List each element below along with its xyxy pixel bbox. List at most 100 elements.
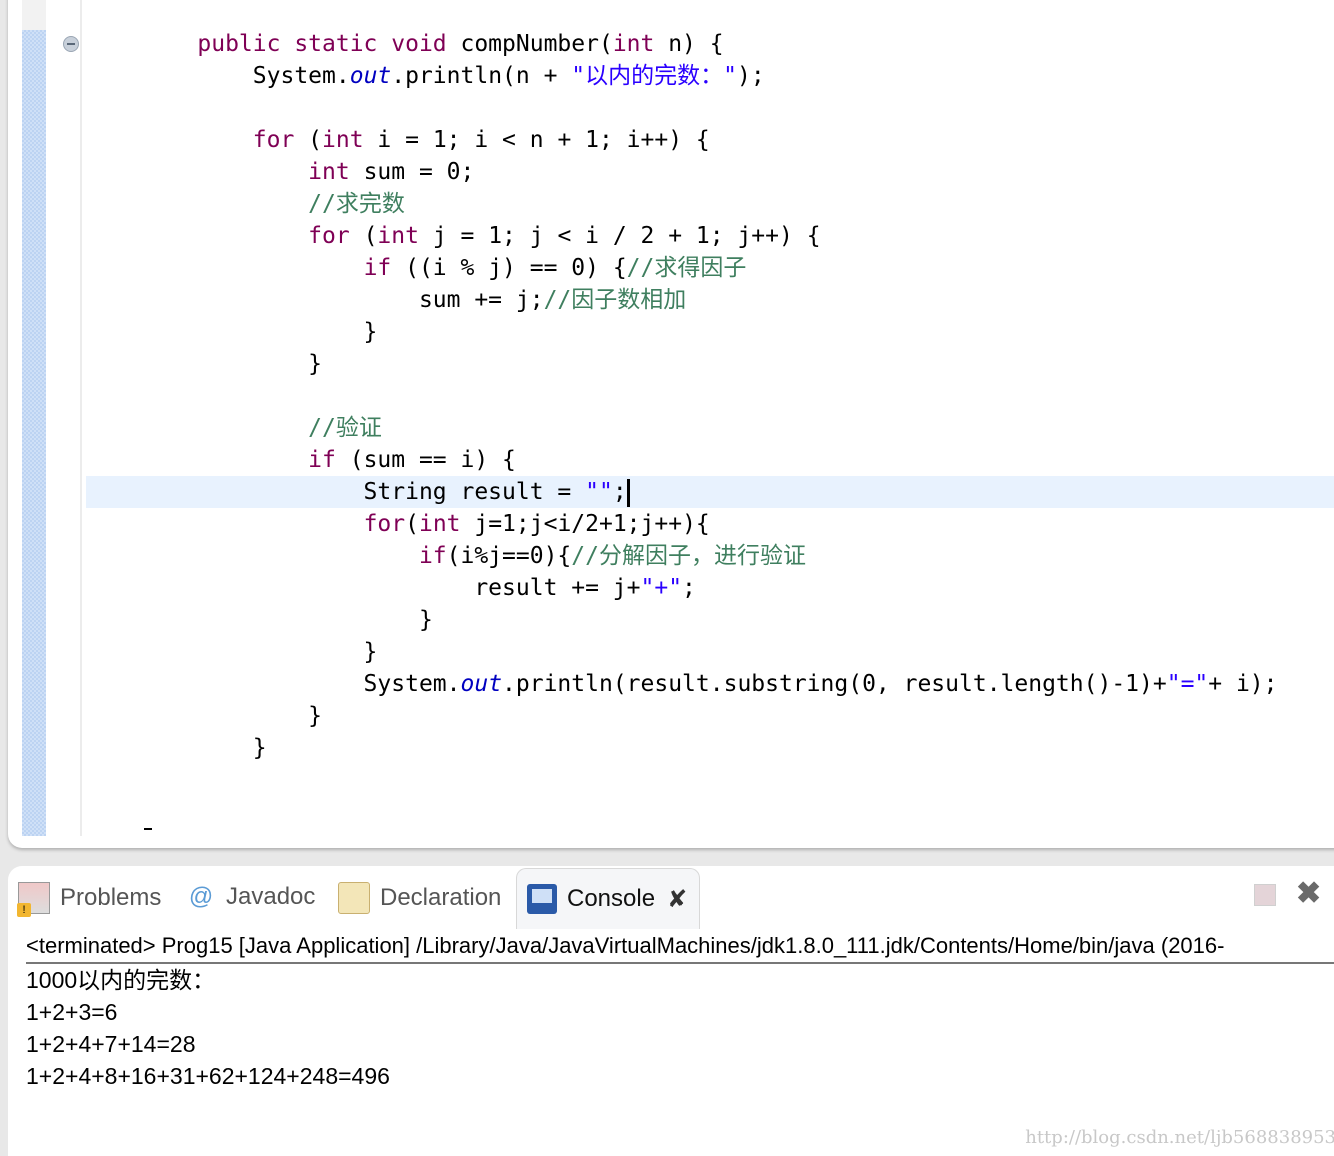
text-marker [144,828,152,830]
code-token: ((i % j) == 0) { [391,255,627,281]
code-token: .println(n + [391,63,572,89]
code-token: j = 1; j < i / 2 + 1; j++) { [418,223,821,249]
code-token: compNumber( [446,31,613,57]
code-line[interactable]: } [142,636,1334,668]
code-token: } [142,319,378,345]
code-line[interactable]: String result = ""; [86,476,1334,508]
code-line[interactable]: if ((i % j) == 0) {//求得因子 [142,252,1334,284]
code-token: ( [349,223,378,249]
code-token: ); [736,63,765,89]
tab-javadoc[interactable]: @ Javadoc [186,882,316,912]
code-line[interactable]: for (int i = 1; i < n + 1; i++) { [142,124,1334,156]
code-token: out [460,671,503,697]
terminate-button[interactable] [1254,884,1276,906]
code-line[interactable] [142,92,1334,124]
close-tab-icon[interactable]: ✘ [667,885,687,914]
code-token: int [322,127,364,153]
console-line: 1+2+4+7+14=28 [26,1031,196,1057]
tab-problems[interactable]: Problems [17,882,161,917]
code-token: String result = [142,479,586,505]
console-header: <terminated> Prog15 [Java Application] /… [26,932,1334,964]
code-line[interactable]: //求完数 [142,188,1334,220]
code-token: } [142,703,323,729]
console-line: 1+2+4+8+16+31+62+124+248=496 [26,1063,390,1089]
console-line: 1+2+3=6 [26,999,118,1025]
code-token: if [363,255,392,281]
tab-console[interactable]: Console ✘ [516,868,701,929]
code-token: sum = 0; [349,159,475,185]
code-token: .println(result.substring(0, result.leng… [502,671,1167,697]
code-line[interactable]: sum += j;//因子数相加 [142,284,1334,316]
code-line[interactable]: } [142,732,1334,764]
code-token: public static void [197,31,447,57]
code-token: (i%j==0){ [446,543,572,569]
console-output[interactable]: 1000以内的完数： 1+2+3=6 1+2+4+7+14=28 1+2+4+8+16… [26,964,390,1092]
code-token: ; [682,575,696,601]
code-token: (sum == i) { [335,447,516,473]
code-token: //求得因子 [626,255,747,281]
code-line[interactable]: } [142,604,1334,636]
code-token: } [142,639,378,665]
code-line[interactable]: public static void compNumber(int n) { [142,28,1334,60]
fold-collapse-icon[interactable] [63,36,79,52]
code-token: //求完数 [308,191,405,217]
overview-ruler-top [22,0,46,30]
code-token: //验证 [308,415,382,441]
code-token: } [142,351,323,377]
code-token: "" [585,479,613,505]
code-token: j=1;j<i/2+1;j++){ [460,511,710,537]
code-area[interactable]: public static void compNumber(int n) { S… [86,28,1334,764]
code-line[interactable]: for (int j = 1; j < i / 2 + 1; j++) { [142,220,1334,252]
code-token: result += j+ [142,575,641,601]
problems-icon [17,882,50,917]
tab-declaration[interactable]: Declaration [338,882,501,914]
code-line[interactable]: } [142,316,1334,348]
code-token: if [418,543,447,569]
panel-tabs: Problems @ Javadoc Declaration Console ✘… [8,866,1334,929]
text-caret [626,478,630,507]
code-line[interactable]: } [142,700,1334,732]
code-token: int [377,223,419,249]
code-line[interactable]: if(i%j==0){//分解因子，进行验证 [142,540,1334,572]
code-token: + i); [1208,671,1278,697]
code-line[interactable]: result += j+"+"; [142,572,1334,604]
remove-launch-button[interactable]: ✖ [1296,876,1321,911]
code-line[interactable]: for(int j=1;j<i/2+1;j++){ [142,508,1334,540]
bottom-panel: Problems @ Javadoc Declaration Console ✘… [8,866,1334,1156]
code-token: for [308,223,350,249]
code-token: int [418,511,461,537]
code-token: ( [405,511,419,537]
code-token: out [349,63,392,89]
code-line[interactable]: int sum = 0; [142,156,1334,188]
console-line: 1000以内的完数： [26,967,216,993]
code-token: n) { [654,31,724,57]
code-token: int [612,31,655,57]
code-line[interactable]: System.out.println(n + "以内的完数："); [142,60,1334,92]
code-token: "+" [640,575,683,601]
code-line[interactable]: if (sum == i) { [142,444,1334,476]
code-token: "=" [1166,671,1209,697]
at-icon: @ [188,883,214,910]
code-token: System. [142,671,461,697]
annotation-ruler [22,30,46,836]
code-line[interactable]: } [142,348,1334,380]
code-token: int [308,159,350,185]
code-token: //分解因子，进行验证 [571,543,806,569]
code-token: "以内的完数：" [571,63,737,89]
code-token: i = 1; i < n + 1; i++) { [363,127,710,153]
code-line[interactable] [142,380,1334,412]
code-line[interactable]: System.out.println(result.substring(0, r… [142,668,1334,700]
code-editor[interactable]: public static void compNumber(int n) { S… [8,0,1334,848]
code-line[interactable]: //验证 [142,412,1334,444]
code-token: //因子数相加 [543,287,687,313]
code-token: for [363,511,406,537]
